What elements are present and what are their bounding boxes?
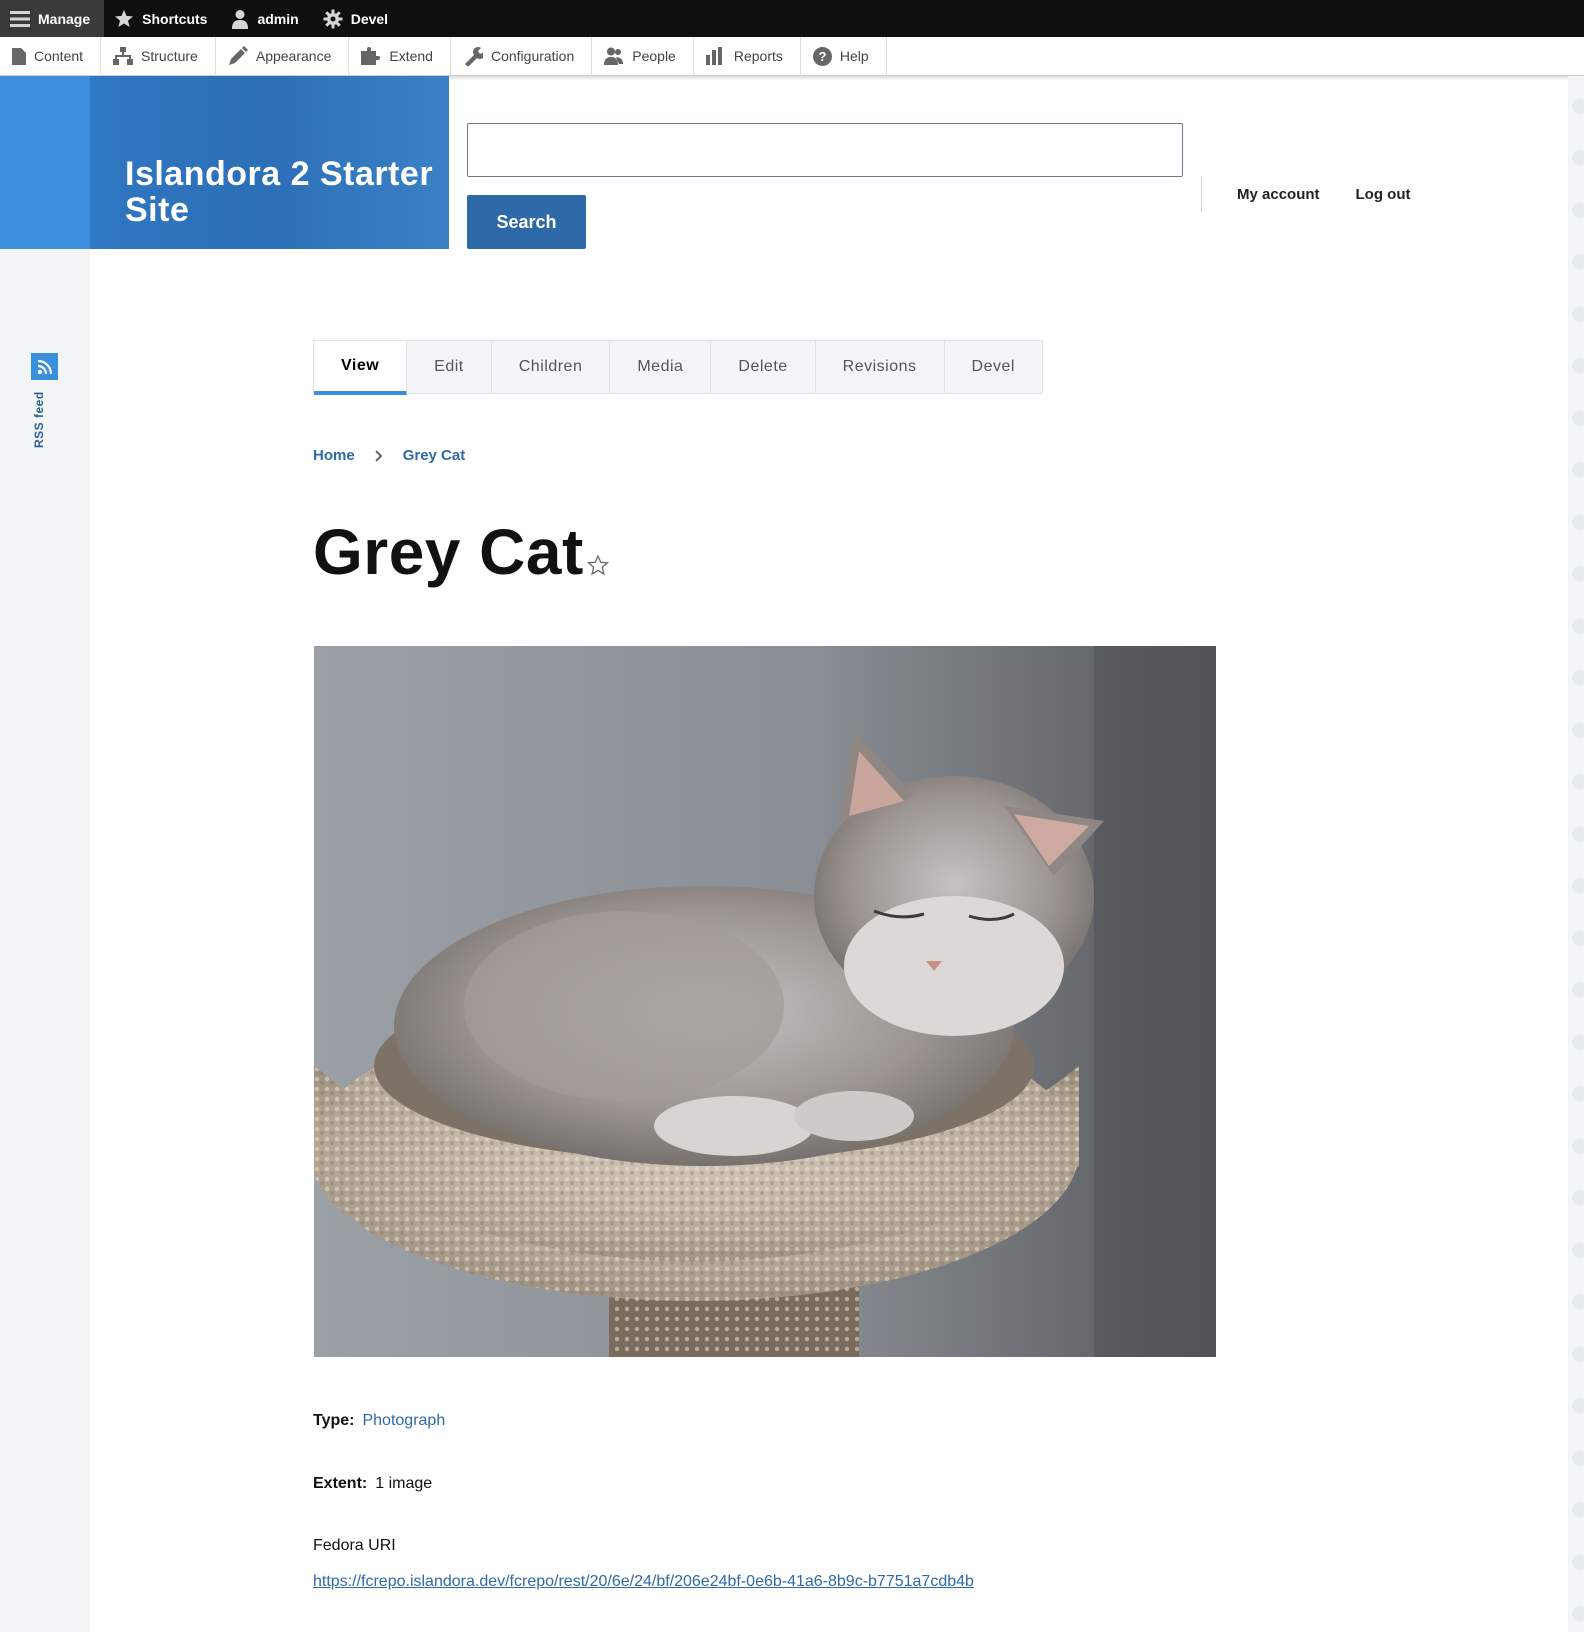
field-extent-value: 1 image bbox=[375, 1475, 433, 1492]
cat-photo bbox=[314, 646, 1216, 1357]
search-input[interactable] bbox=[467, 123, 1183, 177]
tab-devel[interactable]: Devel bbox=[945, 341, 1042, 393]
site-name-link[interactable]: Islandora 2 Starter Site bbox=[125, 156, 435, 228]
toolbar-tab-label: Shortcuts bbox=[142, 10, 208, 27]
breadcrumb-home-link[interactable]: Home bbox=[313, 447, 355, 464]
toolbar-tab-manage[interactable]: Manage bbox=[0, 0, 105, 37]
toolbar-tab-label: admin bbox=[257, 10, 299, 27]
rss-icon bbox=[37, 359, 52, 374]
field-extent: Extent: 1 image bbox=[313, 1475, 432, 1493]
tab-media[interactable]: Media bbox=[610, 341, 712, 393]
my-account-link[interactable]: My account bbox=[1237, 186, 1320, 203]
node-image bbox=[314, 646, 1216, 1357]
puzzle-icon bbox=[361, 47, 381, 65]
tray-item-label: Content bbox=[34, 48, 84, 64]
breadcrumb: Home Grey Cat bbox=[313, 447, 465, 464]
local-tasks-tabs: View Edit Children Media Delete Revision… bbox=[313, 340, 1043, 395]
tray-item-reports[interactable]: Reports bbox=[694, 37, 801, 75]
svg-text:?: ? bbox=[818, 49, 826, 64]
star-outline-icon[interactable] bbox=[587, 554, 609, 576]
tray-item-label: Extend bbox=[389, 48, 433, 64]
tab-view[interactable]: View bbox=[314, 341, 408, 395]
field-type: Type: Photograph bbox=[313, 1412, 445, 1430]
fedora-uri-link[interactable]: https://fcrepo.islandora.dev/fcrepo/rest… bbox=[313, 1573, 974, 1591]
toolbar-tab-label: Devel bbox=[350, 10, 389, 27]
field-type-link[interactable]: Photograph bbox=[362, 1412, 445, 1430]
admin-toolbar-tray: Content Structure Appearance Extend Conf… bbox=[0, 37, 1584, 76]
person-icon bbox=[232, 9, 249, 29]
bar-chart-icon bbox=[705, 47, 722, 65]
paintbrush-icon bbox=[228, 46, 248, 65]
tray-item-structure[interactable]: Structure bbox=[101, 37, 216, 75]
account-menu: My account Log out bbox=[1201, 176, 1411, 212]
search-button[interactable]: Search bbox=[467, 195, 586, 249]
star-icon bbox=[115, 9, 134, 27]
tab-edit[interactable]: Edit bbox=[407, 341, 492, 393]
toolbar-tab-devel[interactable]: Devel bbox=[313, 0, 402, 37]
site-branding: Islandora 2 Starter Site bbox=[0, 76, 449, 249]
gear-icon bbox=[323, 9, 343, 28]
tab-revisions[interactable]: Revisions bbox=[816, 341, 945, 393]
log-out-link[interactable]: Log out bbox=[1356, 186, 1411, 203]
file-icon bbox=[12, 47, 26, 65]
tray-item-label: Help bbox=[839, 48, 869, 64]
admin-toolbar: Manage Shortcuts admin Devel bbox=[0, 0, 1584, 37]
rss-feed-button[interactable] bbox=[31, 353, 58, 380]
tray-item-extend[interactable]: Extend bbox=[349, 37, 451, 75]
tab-children[interactable]: Children bbox=[492, 341, 611, 393]
toolbar-tab-shortcuts[interactable]: Shortcuts bbox=[104, 0, 221, 37]
toolbar-tab-user[interactable]: admin bbox=[221, 0, 312, 37]
tray-item-label: Configuration bbox=[490, 48, 575, 64]
wrench-icon bbox=[464, 47, 483, 66]
left-sidebar-background bbox=[0, 76, 90, 1632]
chevron-right-icon bbox=[375, 449, 382, 462]
tray-item-help[interactable]: ? Help bbox=[801, 37, 887, 75]
fedora-uri-label: Fedora URI bbox=[313, 1537, 396, 1554]
page-title: Grey Cat bbox=[313, 516, 584, 588]
field-extent-label: Extent: bbox=[313, 1475, 368, 1492]
tray-item-appearance[interactable]: Appearance bbox=[216, 37, 350, 75]
breadcrumb-current-link[interactable]: Grey Cat bbox=[403, 447, 466, 464]
tab-delete[interactable]: Delete bbox=[711, 341, 816, 393]
tray-item-label: People bbox=[632, 48, 676, 64]
rss-feed-label[interactable]: RSS feed bbox=[32, 391, 46, 448]
tray-item-label: Structure bbox=[141, 48, 198, 64]
tray-item-label: Appearance bbox=[255, 48, 332, 64]
branding-edge-strip bbox=[0, 76, 90, 249]
people-icon bbox=[604, 47, 624, 65]
tray-item-content[interactable]: Content bbox=[0, 37, 102, 75]
field-type-label: Type: bbox=[313, 1412, 355, 1429]
tray-item-people[interactable]: People bbox=[592, 37, 694, 75]
tray-item-configuration[interactable]: Configuration bbox=[451, 37, 593, 75]
tray-item-label: Reports bbox=[733, 48, 783, 64]
question-icon: ? bbox=[812, 46, 832, 66]
menu-icon bbox=[10, 10, 30, 27]
right-edge-pattern bbox=[1568, 76, 1584, 1632]
toolbar-tab-label: Manage bbox=[38, 10, 91, 27]
sitemap-icon bbox=[113, 47, 134, 65]
